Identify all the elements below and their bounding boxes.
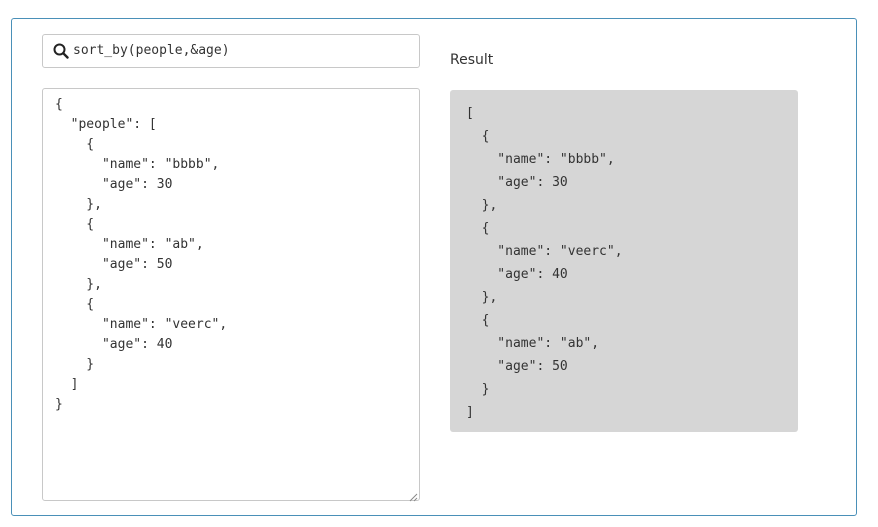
query-input[interactable] [73,35,413,67]
result-output: [ { "name": "bbbb", "age": 30 }, { "name… [450,90,798,432]
result-heading: Result [450,52,494,68]
search-icon [53,43,69,59]
resize-handle-icon[interactable] [408,489,418,502]
json-input-editor[interactable]: { "people": [ { "name": "bbbb", "age": 3… [42,88,420,501]
query-field[interactable] [42,34,420,68]
